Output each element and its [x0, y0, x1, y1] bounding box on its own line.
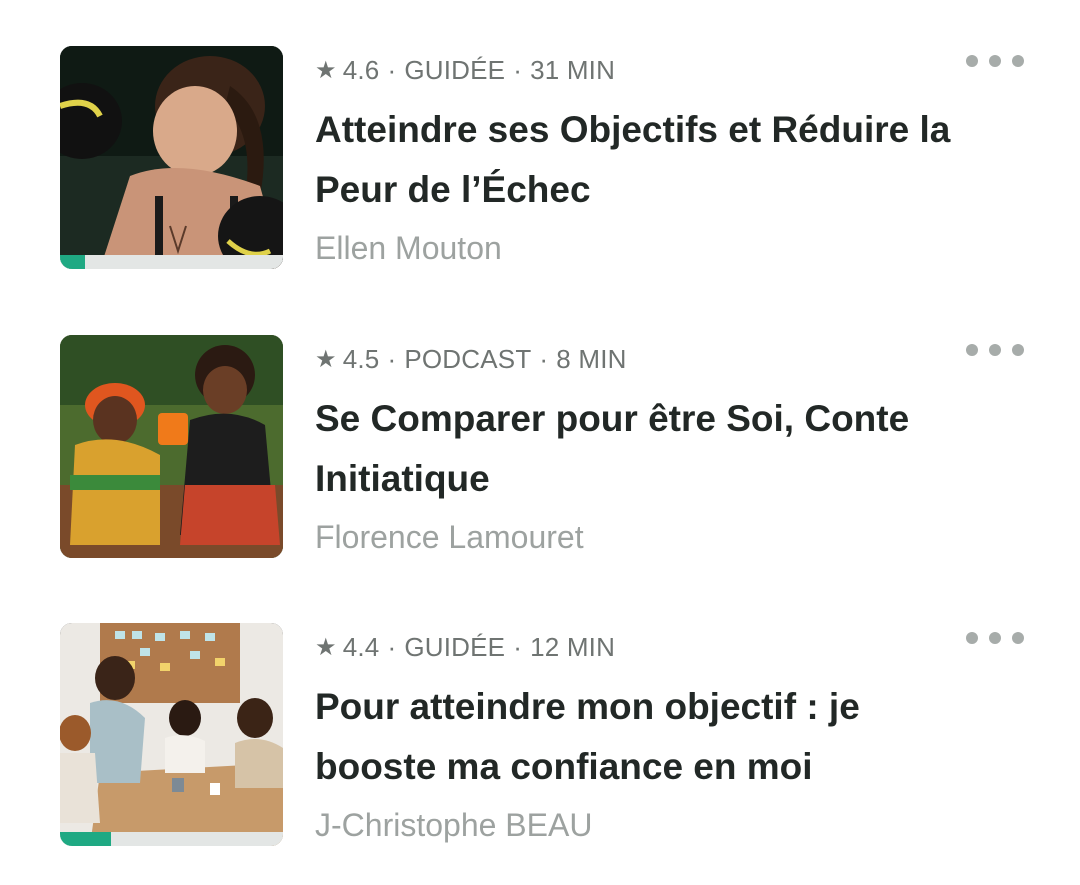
list-item[interactable]: ★ 4.5 · PODCAST · 8 MIN Se Comparer pour…	[0, 289, 1080, 558]
star-icon: ★	[315, 345, 337, 373]
content-type: PODCAST	[404, 343, 532, 374]
more-dot-icon	[989, 55, 1001, 67]
author-name: Florence Lamouret	[315, 519, 584, 555]
more-dot-icon	[1012, 55, 1024, 67]
separator: ·	[387, 343, 397, 374]
author-name: J-Christophe BEAU	[315, 807, 593, 843]
more-options-button[interactable]	[966, 339, 1024, 361]
star-icon: ★	[315, 56, 337, 84]
more-dot-icon	[966, 344, 978, 356]
separator: ·	[387, 631, 397, 662]
list-item[interactable]: ★ 4.4 · GUIDÉE · 12 MIN Pour atteindre m…	[0, 577, 1080, 846]
duration: 31 MIN	[530, 54, 616, 85]
more-dot-icon	[966, 55, 978, 67]
item-title[interactable]: Pour atteindre mon objectif : je booste …	[315, 677, 965, 797]
more-dot-icon	[989, 344, 1001, 356]
duration: 12 MIN	[530, 631, 616, 662]
more-dot-icon	[1012, 344, 1024, 356]
separator: ·	[513, 54, 523, 85]
more-dot-icon	[989, 632, 1001, 644]
list-item[interactable]: ★ 4.6 · GUIDÉE · 31 MIN Atteindre ses Ob…	[0, 0, 1080, 269]
more-options-button[interactable]	[966, 50, 1024, 72]
more-dot-icon	[966, 632, 978, 644]
meta-line: ★ 4.6 · GUIDÉE · 31 MIN	[315, 53, 615, 87]
two-women-planting-photo	[60, 335, 283, 558]
thumbnail[interactable]	[60, 335, 283, 558]
rating: 4.4	[342, 631, 380, 662]
separator: ·	[513, 631, 523, 662]
separator: ·	[539, 343, 549, 374]
star-icon: ★	[315, 633, 337, 661]
more-options-button[interactable]	[966, 627, 1024, 649]
duration: 8 MIN	[556, 343, 627, 374]
author-name: Ellen Mouton	[315, 230, 502, 266]
item-title[interactable]: Atteindre ses Objectifs et Réduire la Pe…	[315, 100, 965, 220]
meta-line: ★ 4.5 · PODCAST · 8 MIN	[315, 342, 627, 376]
separator: ·	[387, 54, 397, 85]
thumbnail[interactable]	[60, 623, 283, 846]
progress-fill	[60, 255, 85, 269]
progress-fill	[60, 832, 112, 846]
rating: 4.5	[342, 343, 380, 374]
rating: 4.6	[342, 54, 380, 85]
item-title[interactable]: Se Comparer pour être Soi, Conte Initiat…	[315, 389, 965, 509]
content-type: GUIDÉE	[404, 54, 506, 85]
boxing-woman-photo	[60, 46, 283, 269]
progress-bar	[60, 832, 283, 846]
meta-line: ★ 4.4 · GUIDÉE · 12 MIN	[315, 630, 615, 664]
content-type: GUIDÉE	[404, 631, 506, 662]
thumbnail[interactable]	[60, 46, 283, 269]
office-meeting-photo	[60, 623, 283, 846]
more-dot-icon	[1012, 632, 1024, 644]
progress-bar	[60, 255, 283, 269]
